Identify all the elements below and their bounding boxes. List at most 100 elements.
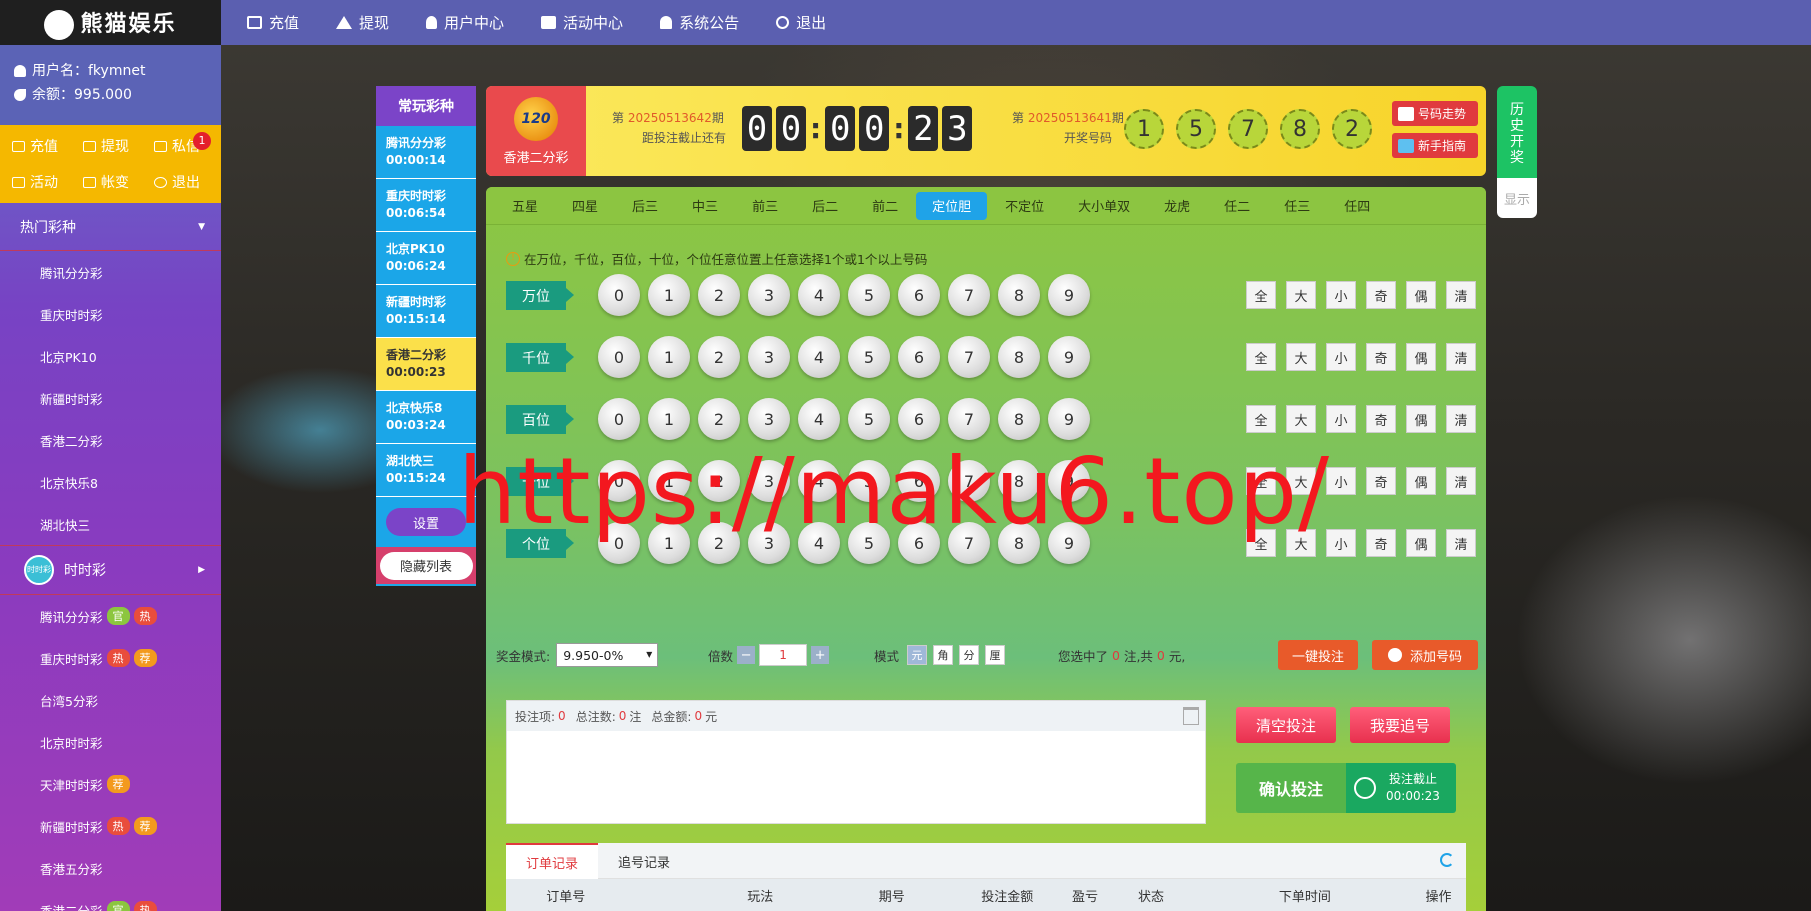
select-all-button[interactable]: 全 bbox=[1246, 281, 1276, 309]
sidebar-item-ssc[interactable]: 腾讯分分彩官热 bbox=[0, 595, 221, 637]
sidebar-item-hot[interactable]: 新疆时时彩 bbox=[0, 377, 221, 419]
number-ball[interactable]: 9 bbox=[1048, 274, 1090, 316]
number-ball[interactable]: 4 bbox=[798, 336, 840, 378]
select-big-button[interactable]: 大 bbox=[1286, 281, 1316, 309]
number-ball[interactable]: 1 bbox=[648, 274, 690, 316]
number-ball[interactable]: 7 bbox=[948, 336, 990, 378]
number-ball[interactable]: 3 bbox=[748, 274, 790, 316]
number-ball[interactable]: 2 bbox=[698, 398, 740, 440]
select-all-button[interactable]: 全 bbox=[1246, 343, 1276, 371]
sidebar-item-ssc[interactable]: 北京时时彩 bbox=[0, 721, 221, 763]
quick-activity-button[interactable]: 活动 bbox=[12, 169, 67, 195]
multiple-plus-button[interactable]: + bbox=[811, 646, 830, 664]
tab-chase-records[interactable]: 追号记录 bbox=[598, 843, 690, 879]
add-number-button[interactable]: 添加号码 bbox=[1372, 640, 1478, 670]
tab-play[interactable]: 任二 bbox=[1208, 192, 1266, 220]
confirm-bet-button[interactable]: 确认投注 bbox=[1236, 763, 1346, 813]
tab-play[interactable]: 前二 bbox=[856, 192, 914, 220]
tab-play[interactable]: 不定位 bbox=[989, 192, 1060, 220]
number-ball[interactable]: 1 bbox=[648, 398, 690, 440]
history-draw-tab[interactable]: 历史开奖 bbox=[1497, 86, 1537, 178]
one-click-bet-button[interactable]: 一键投注 bbox=[1278, 640, 1358, 670]
number-ball[interactable]: 3 bbox=[748, 398, 790, 440]
number-ball[interactable]: 6 bbox=[898, 336, 940, 378]
number-ball[interactable]: 1 bbox=[648, 336, 690, 378]
tab-play[interactable]: 五星 bbox=[496, 192, 554, 220]
sidebar-item-ssc[interactable]: 香港二分彩官热 bbox=[0, 889, 221, 911]
clear-button[interactable]: 清 bbox=[1446, 529, 1476, 557]
favorite-game-item[interactable]: 新疆时时彩 00:15:14 bbox=[376, 285, 476, 338]
guide-button[interactable]: 新手指南 bbox=[1392, 133, 1478, 158]
quick-withdraw-button[interactable]: 提现 bbox=[83, 133, 138, 159]
favorite-game-item-active[interactable]: 香港二分彩 00:00:23 bbox=[376, 338, 476, 391]
select-odd-button[interactable]: 奇 bbox=[1366, 281, 1396, 309]
select-even-button[interactable]: 偶 bbox=[1406, 529, 1436, 557]
sidebar-item-hot[interactable]: 腾讯分分彩 bbox=[0, 251, 221, 293]
quick-recharge-button[interactable]: 充值 bbox=[12, 133, 67, 159]
category-hot[interactable]: 热门彩种 ▼ bbox=[0, 203, 221, 251]
sidebar-item-hot[interactable]: 湖北快三 bbox=[0, 503, 221, 545]
number-ball[interactable]: 9 bbox=[1048, 398, 1090, 440]
tab-play[interactable]: 龙虎 bbox=[1148, 192, 1206, 220]
sidebar-item-hot[interactable]: 北京PK10 bbox=[0, 335, 221, 377]
mode-li[interactable]: 厘 bbox=[985, 645, 1006, 665]
tab-play[interactable]: 四星 bbox=[556, 192, 614, 220]
number-ball[interactable]: 4 bbox=[798, 274, 840, 316]
number-ball[interactable]: 5 bbox=[848, 336, 890, 378]
number-ball[interactable]: 9 bbox=[1048, 336, 1090, 378]
number-ball[interactable]: 8 bbox=[998, 274, 1040, 316]
favorite-game-item[interactable]: 重庆时时彩 00:06:54 bbox=[376, 179, 476, 232]
select-odd-button[interactable]: 奇 bbox=[1366, 405, 1396, 433]
number-ball[interactable]: 5 bbox=[848, 398, 890, 440]
select-small-button[interactable]: 小 bbox=[1326, 281, 1356, 309]
number-ball[interactable]: 7 bbox=[948, 274, 990, 316]
select-even-button[interactable]: 偶 bbox=[1406, 467, 1436, 495]
quick-logout-button[interactable]: 退出 bbox=[154, 169, 209, 195]
number-ball[interactable]: 5 bbox=[848, 274, 890, 316]
mode-yuan[interactable]: 元 bbox=[907, 645, 928, 665]
sidebar-item-ssc[interactable]: 天津时时彩荐 bbox=[0, 763, 221, 805]
select-even-button[interactable]: 偶 bbox=[1406, 281, 1436, 309]
tab-play[interactable]: 中三 bbox=[676, 192, 734, 220]
number-ball[interactable]: 2 bbox=[698, 274, 740, 316]
tab-play[interactable]: 大小单双 bbox=[1062, 192, 1146, 220]
number-ball[interactable]: 8 bbox=[998, 398, 1040, 440]
clear-button[interactable]: 清 bbox=[1446, 281, 1476, 309]
site-logo[interactable]: 熊猫娱乐 bbox=[0, 0, 221, 45]
number-ball[interactable]: 4 bbox=[798, 398, 840, 440]
multiple-input[interactable]: 1 bbox=[759, 644, 808, 666]
quick-account-change-button[interactable]: 帐变 bbox=[83, 169, 138, 195]
tab-play[interactable]: 任三 bbox=[1268, 192, 1326, 220]
select-big-button[interactable]: 大 bbox=[1286, 343, 1316, 371]
number-ball[interactable]: 6 bbox=[898, 398, 940, 440]
show-history-button[interactable]: 显示 bbox=[1497, 178, 1537, 218]
nav-logout[interactable]: 退出 bbox=[776, 12, 826, 33]
refresh-icon[interactable] bbox=[1440, 853, 1454, 867]
clear-button[interactable]: 清 bbox=[1446, 467, 1476, 495]
tab-play[interactable]: 前三 bbox=[736, 192, 794, 220]
prize-mode-select[interactable]: 9.950-0% bbox=[556, 643, 659, 667]
nav-activity[interactable]: 活动中心 bbox=[541, 12, 623, 33]
tab-order-records[interactable]: 订单记录 bbox=[506, 843, 599, 879]
tab-play[interactable]: 后二 bbox=[796, 192, 854, 220]
number-ball[interactable]: 0 bbox=[598, 336, 640, 378]
trend-button[interactable]: 号码走势 bbox=[1392, 101, 1478, 126]
sidebar-item-ssc[interactable]: 重庆时时彩热荐 bbox=[0, 637, 221, 679]
select-even-button[interactable]: 偶 bbox=[1406, 405, 1436, 433]
select-small-button[interactable]: 小 bbox=[1326, 405, 1356, 433]
select-small-button[interactable]: 小 bbox=[1326, 467, 1356, 495]
number-ball[interactable]: 0 bbox=[598, 274, 640, 316]
select-big-button[interactable]: 大 bbox=[1286, 405, 1316, 433]
select-all-button[interactable]: 全 bbox=[1246, 405, 1276, 433]
nav-announcement[interactable]: 系统公告 bbox=[660, 12, 739, 33]
nav-withdraw[interactable]: 提现 bbox=[336, 12, 389, 33]
clear-button[interactable]: 清 bbox=[1446, 343, 1476, 371]
chase-number-button[interactable]: 我要追号 bbox=[1350, 707, 1450, 743]
favorite-game-item[interactable]: 腾讯分分彩 00:00:14 bbox=[376, 126, 476, 179]
number-ball[interactable]: 6 bbox=[898, 274, 940, 316]
select-odd-button[interactable]: 奇 bbox=[1366, 467, 1396, 495]
number-ball[interactable]: 8 bbox=[998, 336, 1040, 378]
number-ball[interactable]: 2 bbox=[698, 336, 740, 378]
sidebar-item-hot[interactable]: 香港二分彩 bbox=[0, 419, 221, 461]
select-odd-button[interactable]: 奇 bbox=[1366, 343, 1396, 371]
